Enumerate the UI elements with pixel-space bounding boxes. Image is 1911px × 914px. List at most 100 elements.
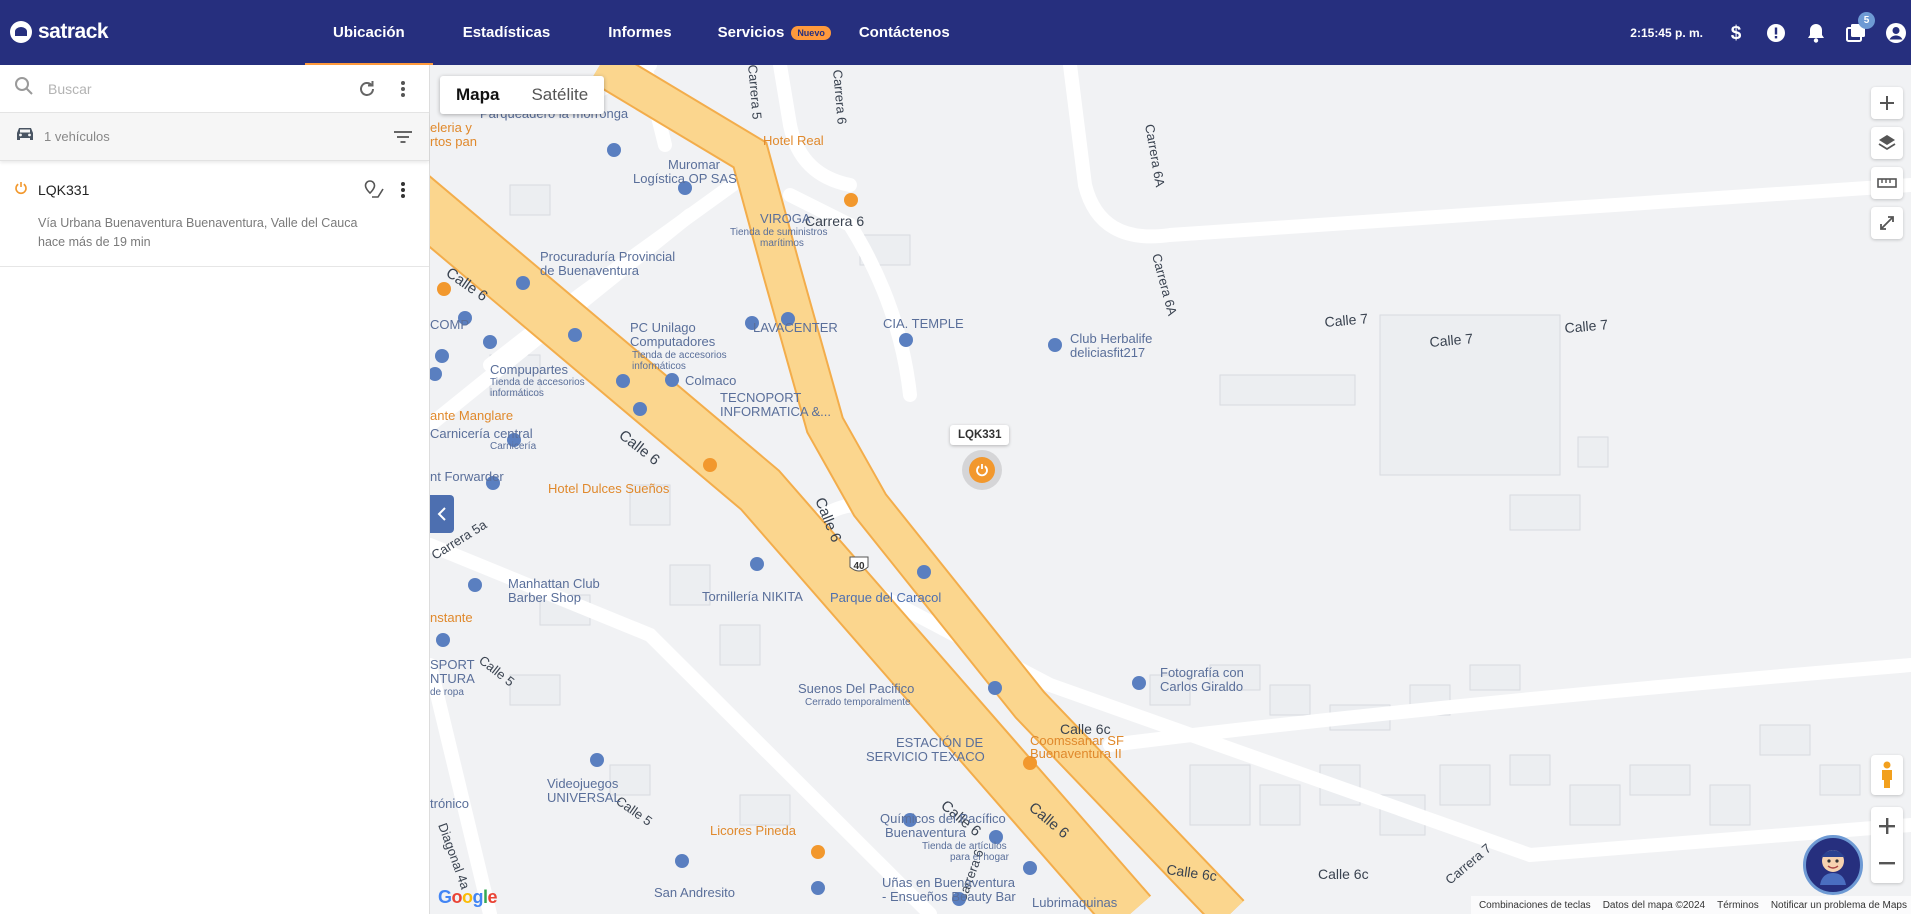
vehicle-list-item[interactable]: LQK331 Vía Urbana Buenaventura Buenavent… bbox=[0, 164, 429, 267]
zoom-controls bbox=[1871, 807, 1903, 883]
nav-estadisticas[interactable]: Estadísticas bbox=[433, 0, 579, 65]
svg-text:Calle 6c: Calle 6c bbox=[1318, 866, 1369, 882]
svg-text:Uñas en Buenaventura: Uñas en Buenaventura bbox=[882, 875, 1016, 890]
vehicle-more-icon[interactable] bbox=[391, 178, 415, 202]
zoom-out-icon[interactable] bbox=[1871, 845, 1903, 883]
map-type-satellite[interactable]: Satélite bbox=[515, 76, 604, 114]
svg-text:Parque del Caracol: Parque del Caracol bbox=[830, 590, 941, 605]
keyboard-shortcuts-link[interactable]: Combinaciones de teclas bbox=[1479, 900, 1591, 911]
svg-text:TECNOPORT: TECNOPORT bbox=[720, 390, 801, 405]
report-problem-link[interactable]: Notificar un problema de Maps bbox=[1771, 900, 1907, 911]
svg-text:Carrera 6: Carrera 6 bbox=[830, 69, 850, 125]
google-logo[interactable]: Google bbox=[438, 887, 498, 908]
nav-servicios[interactable]: Servicios Nuevo bbox=[700, 0, 859, 65]
nav-label: Contáctenos bbox=[858, 24, 950, 41]
layers-icon[interactable] bbox=[1871, 127, 1903, 159]
messages-icon[interactable]: 5 bbox=[1845, 11, 1875, 44]
svg-text:Carnicería: Carnicería bbox=[490, 441, 537, 452]
svg-text:San Andresito: San Andresito bbox=[654, 885, 735, 900]
top-navigation-bar: satrack Ubicación Estadísticas Informes … bbox=[0, 0, 1911, 65]
svg-text:- Ensueños Beauty Bar: - Ensueños Beauty Bar bbox=[882, 889, 1016, 904]
new-badge: Nuevo bbox=[791, 25, 831, 40]
brand-name: satrack bbox=[38, 20, 109, 43]
bell-icon[interactable] bbox=[1805, 22, 1827, 44]
svg-text:Carlos Giraldo: Carlos Giraldo bbox=[1160, 679, 1243, 694]
nav-informes[interactable]: Informes bbox=[578, 0, 699, 65]
svg-text:Calle 7: Calle 7 bbox=[1324, 310, 1369, 330]
svg-text:ESTACIÓN DE: ESTACIÓN DE bbox=[896, 735, 983, 750]
nav-label: Ubicación bbox=[333, 24, 405, 41]
nav-label: Servicios bbox=[717, 24, 785, 41]
svg-text:VIROGA: VIROGA bbox=[760, 211, 811, 226]
filter-icon[interactable] bbox=[391, 125, 415, 149]
svg-text:$: $ bbox=[1731, 23, 1742, 44]
svg-text:nt Forwarder: nt Forwarder bbox=[430, 469, 504, 484]
vehicle-marker[interactable] bbox=[962, 450, 1002, 490]
svg-text:Hotel Dulces Sueños: Hotel Dulces Sueños bbox=[548, 481, 670, 496]
vehicle-address: Vía Urbana Buenaventura Buenaventura, Va… bbox=[38, 214, 415, 252]
svg-text:Suenos Del Pacifico: Suenos Del Pacifico bbox=[798, 681, 914, 696]
svg-text:NTURA: NTURA bbox=[430, 671, 475, 686]
brand-logo[interactable]: satrack bbox=[10, 20, 109, 44]
svg-text:Calle 5: Calle 5 bbox=[476, 653, 517, 690]
search-row bbox=[0, 65, 429, 113]
svg-text:Calle 7: Calle 7 bbox=[1564, 316, 1609, 336]
collapse-sidebar-button[interactable] bbox=[430, 495, 454, 533]
svg-text:Logística OP SAS: Logística OP SAS bbox=[633, 171, 737, 186]
vehicle-plate: LQK331 bbox=[38, 182, 90, 198]
svg-text:Manhattan Club: Manhattan Club bbox=[508, 576, 600, 591]
ignition-icon bbox=[14, 181, 28, 200]
route-icon[interactable] bbox=[363, 178, 387, 202]
search-input[interactable] bbox=[48, 80, 343, 97]
svg-text:Carrera 6A: Carrera 6A bbox=[1149, 252, 1180, 318]
svg-text:deliciasfit217: deliciasfit217 bbox=[1070, 345, 1145, 360]
svg-text:Videojuegos: Videojuegos bbox=[547, 776, 619, 791]
svg-text:Carrera 7: Carrera 7 bbox=[1442, 841, 1494, 888]
nav-contactenos[interactable]: Contáctenos bbox=[859, 0, 950, 65]
user-icon[interactable] bbox=[1885, 22, 1907, 44]
svg-text:PC Unilago: PC Unilago bbox=[630, 320, 696, 335]
svg-text:Hotel Real: Hotel Real bbox=[763, 133, 824, 148]
map-view[interactable]: Calle 6 Calle 6 Calle 6 Calle 6 Calle 6 … bbox=[430, 65, 1911, 914]
svg-text:Barber Shop: Barber Shop bbox=[508, 590, 581, 605]
messages-count: 5 bbox=[1858, 11, 1875, 29]
svg-text:de Buenaventura: de Buenaventura bbox=[540, 263, 640, 278]
alert-icon[interactable] bbox=[1765, 22, 1787, 44]
svg-text:Cerrado temporalmente: Cerrado temporalmente bbox=[805, 697, 911, 708]
svg-text:INFORMATICA &...: INFORMATICA &... bbox=[720, 404, 831, 419]
chevron-left-icon bbox=[437, 507, 446, 521]
satrack-logo-icon bbox=[10, 21, 32, 43]
header-actions: 2:15:45 p. m. $ 5 bbox=[1630, 0, 1911, 65]
svg-text:COMP: COMP bbox=[430, 317, 469, 332]
vehicle-map-label: LQK331 bbox=[950, 425, 1010, 445]
address-line: Vía Urbana Buenaventura Buenaventura, Va… bbox=[38, 216, 358, 230]
nav-label: Estadísticas bbox=[462, 24, 551, 41]
nav-ubicacion[interactable]: Ubicación bbox=[305, 0, 433, 65]
svg-text:Muromar: Muromar bbox=[668, 157, 721, 172]
svg-text:trónico: trónico bbox=[430, 796, 469, 811]
map-type-selector: Mapa Satélite bbox=[440, 76, 605, 114]
map-canvas: Calle 6 Calle 6 Calle 6 Calle 6 Calle 6 … bbox=[430, 65, 1911, 914]
add-icon[interactable] bbox=[1871, 87, 1903, 119]
more-options-icon[interactable] bbox=[391, 77, 415, 101]
svg-text:Tienda de accesorios: Tienda de accesorios bbox=[632, 350, 727, 361]
svg-text:Fotografía con: Fotografía con bbox=[1160, 665, 1244, 680]
terms-link[interactable]: Términos bbox=[1717, 900, 1759, 911]
svg-text:Químicos del Pacífico: Químicos del Pacífico bbox=[880, 811, 1006, 826]
svg-text:Tienda de artículos: Tienda de artículos bbox=[922, 841, 1007, 852]
svg-text:Carnicería central: Carnicería central bbox=[430, 426, 533, 441]
svg-text:LAVACENTER: LAVACENTER bbox=[753, 320, 838, 335]
svg-text:Tornillería NIKITA: Tornillería NIKITA bbox=[702, 589, 803, 604]
svg-text:eleria y: eleria y bbox=[430, 120, 472, 135]
zoom-in-icon[interactable] bbox=[1871, 807, 1903, 845]
fullscreen-icon[interactable] bbox=[1871, 207, 1903, 239]
refresh-icon[interactable] bbox=[355, 77, 379, 101]
map-tools bbox=[1871, 87, 1903, 239]
ruler-icon[interactable] bbox=[1871, 167, 1903, 199]
street-view-pegman-icon[interactable] bbox=[1871, 755, 1903, 795]
assistant-avatar-icon[interactable] bbox=[1803, 835, 1863, 895]
map-type-map[interactable]: Mapa bbox=[440, 76, 515, 114]
dollar-icon[interactable]: $ bbox=[1725, 22, 1747, 44]
nav-label: Informes bbox=[608, 24, 672, 41]
search-icon bbox=[14, 76, 34, 101]
